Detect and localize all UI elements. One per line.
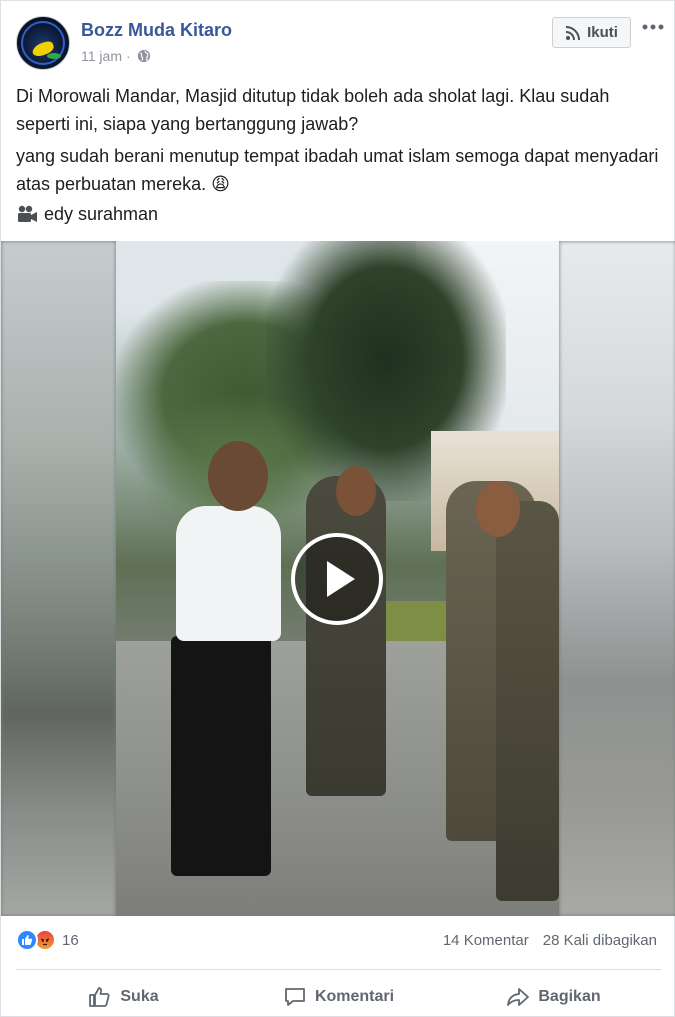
avatar-leaf bbox=[47, 53, 61, 59]
post-text-paragraph-2: yang sudah berani menutup tempat ibadah … bbox=[16, 146, 659, 194]
scene-person bbox=[176, 506, 281, 641]
post-actions-bar: Suka Komentari Bagikan bbox=[16, 977, 661, 1017]
video-credit: edy surahman bbox=[16, 201, 158, 227]
scene-person bbox=[306, 476, 386, 796]
play-icon[interactable] bbox=[289, 531, 385, 627]
scene-person bbox=[171, 636, 271, 876]
comments-count-link[interactable]: 14 Komentar bbox=[443, 932, 529, 949]
globe-icon[interactable] bbox=[137, 49, 151, 63]
more-options-icon[interactable] bbox=[641, 15, 665, 39]
video-camera-icon bbox=[18, 205, 37, 222]
follow-button[interactable]: Ikuti bbox=[552, 17, 631, 48]
page-name-link[interactable]: Bozz Muda Kitaro bbox=[81, 20, 232, 41]
credit-name[interactable]: edy surahman bbox=[44, 201, 158, 227]
rss-icon bbox=[565, 25, 581, 40]
share-button[interactable]: Bagikan bbox=[446, 977, 661, 1017]
follow-label: Ikuti bbox=[587, 24, 618, 41]
page-avatar[interactable] bbox=[16, 16, 70, 70]
thumbs-up-icon bbox=[89, 987, 110, 1007]
shares-count-link[interactable]: 28 Kali dibagikan bbox=[543, 932, 657, 949]
comment-label: Komentari bbox=[314, 988, 395, 1005]
comment-button[interactable]: Komentari bbox=[231, 977, 446, 1017]
scene-person bbox=[476, 481, 520, 537]
post-time[interactable]: 11 jam bbox=[81, 48, 122, 64]
video-blur-right bbox=[559, 241, 675, 916]
scene-person bbox=[496, 501, 559, 901]
share-label: Bagikan bbox=[538, 988, 601, 1005]
feed-post: Bozz Muda Kitaro 11 jam · Ikuti Di Morow… bbox=[0, 0, 675, 1017]
scene-person bbox=[208, 441, 268, 511]
post-text-paragraph-1: Di Morowali Mandar, Masjid ditutup tidak… bbox=[16, 86, 610, 134]
actions-divider bbox=[16, 969, 661, 970]
share-arrow-icon bbox=[507, 988, 530, 1006]
reaction-count: 16 bbox=[62, 931, 79, 949]
comment-icon bbox=[285, 988, 305, 1006]
scene-person bbox=[336, 466, 376, 516]
post-stats: 14 Komentar 28 Kali dibagikan bbox=[443, 932, 657, 949]
meta-separator: · bbox=[125, 48, 131, 64]
reactions-summary[interactable]: 16 bbox=[16, 929, 79, 951]
post-meta: 11 jam · bbox=[81, 48, 151, 64]
video-blur-left bbox=[1, 241, 116, 916]
like-reaction-icon bbox=[16, 929, 38, 951]
like-label: Suka bbox=[120, 988, 159, 1005]
like-button[interactable]: Suka bbox=[16, 977, 231, 1017]
